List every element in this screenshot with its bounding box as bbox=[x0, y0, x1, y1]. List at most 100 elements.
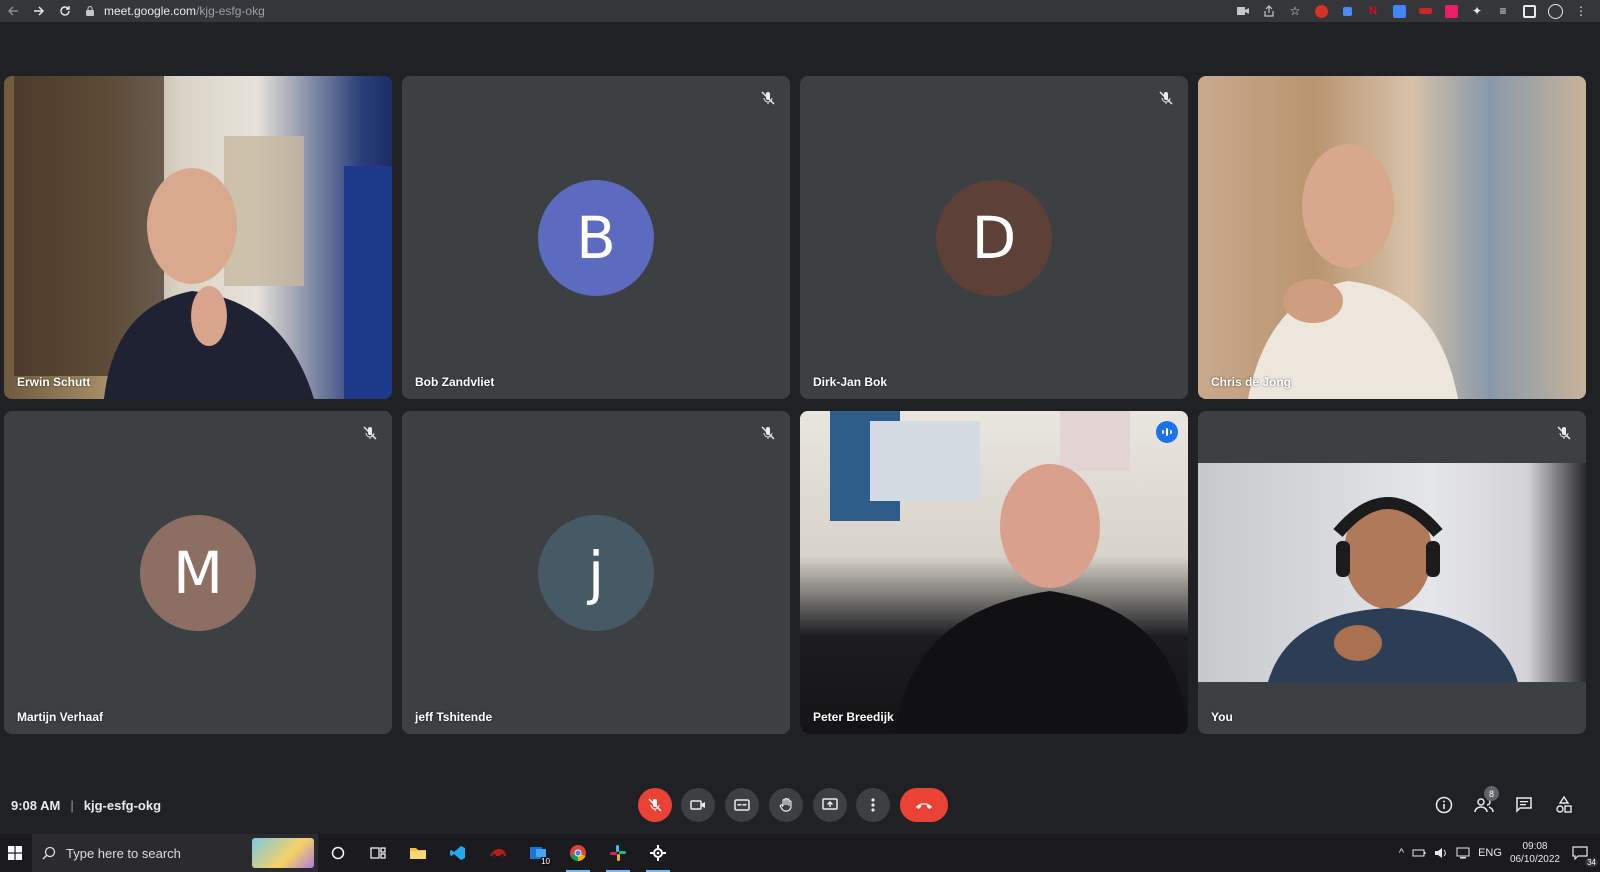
outlook-unread-badge: 10 bbox=[539, 857, 552, 866]
search-icon bbox=[42, 846, 56, 860]
profile-icon[interactable] bbox=[1544, 0, 1566, 22]
app-red-button[interactable] bbox=[478, 834, 518, 872]
mic-off-icon bbox=[648, 798, 662, 812]
meeting-info-separator: | bbox=[70, 798, 74, 813]
participant-name: Peter Breedijk bbox=[813, 710, 894, 724]
windows-start-button[interactable] bbox=[4, 834, 26, 872]
microphone-toggle-button[interactable] bbox=[638, 788, 672, 822]
lock-icon bbox=[86, 6, 94, 16]
self-video bbox=[1198, 463, 1586, 682]
present-screen-button[interactable] bbox=[813, 788, 847, 822]
participant-tile[interactable]: D Dirk-Jan Bok bbox=[800, 76, 1188, 399]
chat-button[interactable] bbox=[1507, 788, 1541, 822]
address-bar[interactable]: meet.google.com/kjg-esfg-okg bbox=[84, 0, 1232, 22]
vscode-button[interactable] bbox=[438, 834, 478, 872]
extension-red-icon[interactable] bbox=[1310, 0, 1332, 22]
info-icon bbox=[1435, 796, 1453, 814]
activities-icon bbox=[1556, 796, 1572, 813]
participant-name: Dirk-Jan Bok bbox=[813, 375, 888, 389]
hand-icon bbox=[779, 797, 792, 812]
file-explorer-button[interactable] bbox=[398, 834, 438, 872]
reload-icon bbox=[60, 6, 70, 16]
folder-icon bbox=[410, 848, 426, 859]
participant-video bbox=[1198, 76, 1586, 399]
participant-figure bbox=[1248, 144, 1458, 399]
participants-count-badge: 8 bbox=[1484, 786, 1499, 801]
meeting-details-button[interactable] bbox=[1427, 788, 1461, 822]
participant-avatar: B bbox=[538, 179, 654, 296]
search-placeholder: Type here to search bbox=[66, 845, 181, 861]
keep-extension-icon[interactable] bbox=[1440, 0, 1462, 22]
captions-button[interactable] bbox=[725, 788, 759, 822]
system-tray: ^ ENG 09:08 06/10/2022 34 bbox=[1399, 840, 1600, 867]
cortana-circle-icon bbox=[331, 846, 345, 860]
system-clock[interactable]: 09:08 06/10/2022 bbox=[1510, 840, 1560, 866]
speaker-icon[interactable] bbox=[1434, 847, 1448, 859]
participant-name: Erwin Schutt bbox=[17, 375, 91, 389]
present-icon bbox=[822, 798, 838, 810]
netflix-extension-icon[interactable]: N bbox=[1362, 0, 1384, 22]
vscode-icon bbox=[450, 846, 465, 860]
extension-blue-icon[interactable] bbox=[1336, 0, 1358, 22]
participant-tile-active-speaker[interactable]: Peter Breedijk bbox=[800, 411, 1188, 734]
meeting-info: 9:08 AM | kjg-esfg-okg bbox=[11, 798, 161, 813]
activities-button[interactable] bbox=[1547, 788, 1581, 822]
clock-date: 06/10/2022 bbox=[1509, 854, 1560, 865]
task-view-button[interactable] bbox=[358, 834, 398, 872]
language-indicator[interactable]: ENG bbox=[1478, 847, 1502, 859]
participants-button[interactable]: 8 bbox=[1467, 786, 1501, 822]
network-icon[interactable] bbox=[1456, 847, 1470, 859]
share-icon[interactable] bbox=[1258, 0, 1280, 22]
red-car-app-icon bbox=[490, 848, 506, 858]
video-camera-icon bbox=[690, 800, 705, 810]
participant-tile[interactable]: B Bob Zandvliet bbox=[402, 76, 790, 399]
slack-button[interactable] bbox=[598, 834, 638, 872]
participant-name: Bob Zandvliet bbox=[415, 375, 495, 389]
extension-red2-icon[interactable] bbox=[1414, 0, 1436, 22]
participant-video bbox=[4, 76, 392, 399]
battery-network-icon[interactable] bbox=[1412, 848, 1426, 858]
extensions-bar: ☆ N ✦ ≡ ⋮ bbox=[1232, 0, 1600, 22]
steelseries-button[interactable] bbox=[638, 834, 678, 872]
outlook-button[interactable]: 10 bbox=[518, 834, 558, 872]
meeting-code: kjg-esfg-okg bbox=[83, 798, 162, 813]
more-options-button[interactable] bbox=[856, 788, 890, 822]
participant-tile[interactable]: Erwin Schutt bbox=[4, 76, 392, 399]
participant-name: Chris de Jong bbox=[1211, 375, 1292, 389]
video-cam-icon[interactable] bbox=[1232, 0, 1254, 22]
star-icon[interactable]: ☆ bbox=[1284, 0, 1306, 22]
mic-off-icon bbox=[761, 426, 775, 440]
tray-overflow-chevron-icon[interactable]: ^ bbox=[1399, 847, 1404, 859]
forward-button[interactable] bbox=[26, 0, 52, 22]
taskbar-search-box[interactable]: Type here to search bbox=[32, 834, 318, 872]
hang-up-icon bbox=[916, 803, 932, 809]
participant-tile[interactable]: M Martijn Verhaaf bbox=[4, 411, 392, 734]
participant-avatar: j bbox=[538, 514, 654, 631]
participant-name: Martijn Verhaaf bbox=[17, 710, 104, 724]
chat-icon bbox=[1516, 797, 1532, 813]
raise-hand-button[interactable] bbox=[769, 788, 803, 822]
puzzle-icon[interactable]: ✦ bbox=[1466, 0, 1488, 22]
media-control-icon[interactable]: ≡ bbox=[1492, 0, 1514, 22]
clock-time: 09:08 bbox=[1522, 841, 1548, 852]
camera-toggle-button[interactable] bbox=[681, 788, 715, 822]
cortana-button[interactable] bbox=[318, 834, 358, 872]
kebab-icon bbox=[871, 798, 875, 812]
translate-extension-icon[interactable] bbox=[1388, 0, 1410, 22]
reload-button[interactable] bbox=[52, 0, 78, 22]
meeting-controls-bar: 9:08 AM | kjg-esfg-okg 8 bbox=[0, 778, 1600, 834]
back-button[interactable] bbox=[0, 0, 26, 22]
notification-center-button[interactable]: 34 bbox=[1568, 843, 1598, 867]
meeting-time: 9:08 AM bbox=[11, 798, 61, 813]
url-path: /kjg-esfg-okg bbox=[196, 4, 265, 18]
participant-tile[interactable]: j jeff Tshitende bbox=[402, 411, 790, 734]
participant-name: You bbox=[1211, 710, 1233, 724]
kebab-menu-icon[interactable]: ⋮ bbox=[1570, 0, 1592, 22]
chrome-button[interactable] bbox=[558, 834, 598, 872]
participant-tile[interactable]: Chris de Jong bbox=[1198, 76, 1586, 399]
video-grid: Erwin Schutt B Bob Zandvliet D Dirk-Jan … bbox=[0, 22, 1600, 778]
leave-call-button[interactable] bbox=[900, 788, 948, 822]
side-panel-icon[interactable] bbox=[1518, 0, 1540, 22]
participant-tile-self[interactable]: You bbox=[1198, 411, 1586, 734]
participant-avatar: M bbox=[140, 514, 256, 631]
